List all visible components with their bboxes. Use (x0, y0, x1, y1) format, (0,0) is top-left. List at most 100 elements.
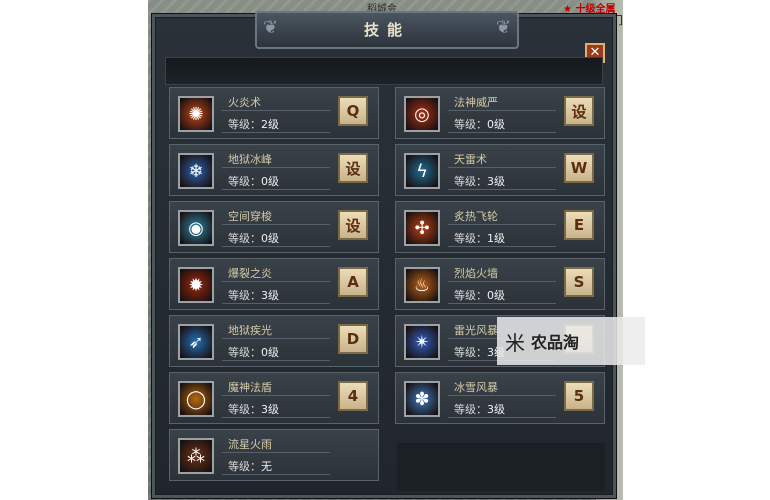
hotkey-button[interactable]: E (564, 210, 594, 240)
hotkey-button[interactable]: Q (338, 96, 368, 126)
level-divider (222, 246, 330, 247)
skill-level-label: 等级： (228, 460, 261, 473)
name-divider (222, 452, 330, 453)
watermark: 米 农品淘 (497, 317, 645, 365)
skill-card[interactable]: ♨ 烈焰火墙 等级：0级 S (395, 258, 605, 310)
hotkey-button[interactable]: A (338, 267, 368, 297)
skill-level-label: 等级： (454, 232, 487, 245)
skill-level: 等级：0级 (228, 173, 279, 189)
skill-level-value: 0级 (261, 346, 279, 359)
skill-name: 法神威严 (454, 96, 498, 109)
skill-name: 天雷术 (454, 153, 487, 166)
watermark-logo-icon: 米 (505, 330, 525, 355)
skill-level: 等级：0级 (454, 287, 505, 303)
hell-light-icon[interactable]: ➶ (178, 324, 214, 360)
skill-level-label: 等级： (228, 346, 261, 359)
skill-name: 雷光风暴 (454, 324, 498, 337)
skill-level: 等级：3级 (228, 287, 279, 303)
skill-name: 火炎术 (228, 96, 261, 109)
name-divider (222, 281, 330, 282)
teleport-icon[interactable]: ◉ (178, 210, 214, 246)
skill-level-value: 0级 (487, 118, 505, 131)
skill-name: 冰雪风暴 (454, 381, 498, 394)
level-divider (222, 360, 330, 361)
ice-spikes-icon[interactable]: ❄ (178, 153, 214, 189)
skill-level-label: 等级： (454, 175, 487, 188)
magic-shield-icon[interactable]: ◯ (178, 381, 214, 417)
skill-name: 炙热飞轮 (454, 210, 498, 223)
skill-level: 等级：3级 (454, 173, 505, 189)
hotkey-button[interactable]: W (564, 153, 594, 183)
empty-skill-slot (397, 443, 605, 491)
skill-card[interactable]: ✺ 火炎术等级：2级 Q (169, 87, 379, 139)
fire-wall-icon[interactable]: ♨ (404, 267, 440, 303)
header-strip (165, 57, 603, 85)
skill-level: 等级：3级 (454, 401, 505, 417)
level-divider (222, 417, 330, 418)
hotkey-button[interactable]: S (564, 267, 594, 297)
skill-card[interactable]: ✹ 爆裂之炎 等级：3级 A (169, 258, 379, 310)
skill-level-label: 等级： (454, 289, 487, 302)
hotkey-button[interactable]: D (338, 324, 368, 354)
level-divider (222, 132, 330, 133)
hotkey-button[interactable]: 5 (564, 381, 594, 411)
skill-name: 魔神法盾 (228, 381, 272, 394)
dragon-ornament-right-icon: ❦ (495, 17, 511, 38)
skill-level-value: 3级 (261, 289, 279, 302)
thunder-icon[interactable]: ϟ (404, 153, 440, 189)
skill-card[interactable]: ◎ 法神威严等级：0级 设 (395, 87, 605, 139)
skill-window: ❦ 技能 ❦ ✕ ✺ 火炎术 等级：2级 Q ◎ 法神威严 等级：0级设 ❄ 地狱冰峰 等级：0级… (152, 11, 616, 498)
skill-level-value: 3级 (261, 403, 279, 416)
ice-storm-icon[interactable]: ✽ (404, 381, 440, 417)
skill-level: 等级：0级 (228, 344, 279, 360)
skill-level-label: 等级： (228, 175, 261, 188)
skill-level: 等级：1级 (454, 230, 505, 246)
skill-level: 等级：0级 (454, 116, 505, 132)
skill-card[interactable]: ◉ 空间穿梭 等级：0级 设 (169, 201, 379, 253)
title-bar[interactable]: ❦ 技能 ❦ (255, 11, 519, 49)
skill-card[interactable]: ✣ 炙热飞轮等级：1级 E (395, 201, 605, 253)
hotkey-button[interactable]: 设 (338, 153, 368, 183)
level-divider (448, 132, 556, 133)
skill-level-label: 等级： (228, 403, 261, 416)
skill-level-label: 等级： (228, 232, 261, 245)
skill-card[interactable]: ϟ 天雷术等级：3级 W (395, 144, 605, 196)
name-divider (448, 224, 556, 225)
skill-level-value: 无 (261, 460, 272, 473)
name-divider (222, 110, 330, 111)
skill-card[interactable]: ✽ 冰雪风暴等级：3级 5 (395, 372, 605, 424)
flame-burst-icon[interactable]: ✹ (178, 267, 214, 303)
name-divider (448, 395, 556, 396)
name-divider (222, 338, 330, 339)
name-divider (222, 395, 330, 396)
skill-level-value: 1级 (487, 232, 505, 245)
flame-wheel-icon[interactable]: ✣ (404, 210, 440, 246)
skill-level-value: 3级 (487, 403, 505, 416)
skill-card[interactable]: ◯ 魔神法盾等级：3级 4 (169, 372, 379, 424)
meteor-rain-icon[interactable]: ⁂ (178, 438, 214, 474)
skill-level-value: 0级 (261, 232, 279, 245)
hotkey-button[interactable]: 设 (564, 96, 594, 126)
level-divider (448, 189, 556, 190)
skill-level-label: 等级： (454, 403, 487, 416)
skill-level-value: 0级 (261, 175, 279, 188)
hotkey-button[interactable]: 设 (338, 210, 368, 240)
level-divider (448, 417, 556, 418)
skill-card[interactable]: ➶ 地狱疾光等级：0级 D (169, 315, 379, 367)
watermark-text: 农品淘 (531, 333, 580, 352)
name-divider (448, 110, 556, 111)
skill-level: 等级：2级 (228, 116, 279, 132)
name-divider (448, 281, 556, 282)
skill-level-label: 等级： (228, 289, 261, 302)
level-divider (222, 189, 330, 190)
skill-card[interactable]: ⁂ 流星火雨 等级：无 (169, 429, 379, 481)
fire-ring-icon[interactable]: ◎ (404, 96, 440, 132)
hotkey-button[interactable]: 4 (338, 381, 368, 411)
skill-level-value: 2级 (261, 118, 279, 131)
skill-level-value: 3级 (487, 175, 505, 188)
skill-level: 等级：无 (228, 458, 272, 474)
skill-card[interactable]: ❄ 地狱冰峰 等级：0级 设 (169, 144, 379, 196)
fireball-icon[interactable]: ✺ (178, 96, 214, 132)
lightning-storm-icon[interactable]: ✴ (404, 324, 440, 360)
skill-name: 地狱疾光 (228, 324, 272, 337)
